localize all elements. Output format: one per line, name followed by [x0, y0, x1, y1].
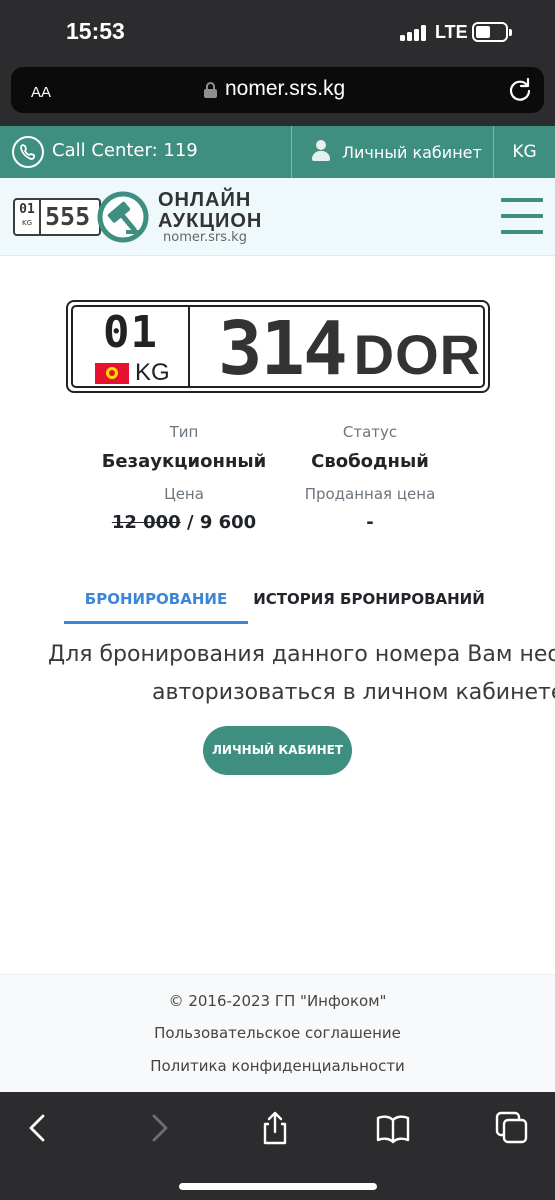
plate-letters: DOR — [353, 323, 482, 386]
tab-booking-history[interactable]: ИСТОРИЯ БРОНИРОВАНИЙ — [252, 590, 486, 624]
footer-privacy-policy-link[interactable]: Политика конфиденциальности — [0, 1057, 555, 1075]
footer: © 2016-2023 ГП "Инфоком" Пользовательско… — [0, 974, 555, 1092]
lock-icon — [204, 82, 217, 98]
network-label: LTE — [435, 22, 468, 42]
url-text[interactable]: nomer.srs.kg — [225, 77, 345, 101]
menu-icon[interactable] — [501, 198, 543, 234]
back-icon[interactable] — [21, 1110, 57, 1146]
price-label: Цена — [164, 485, 204, 503]
type-label: Тип — [169, 423, 199, 441]
address-bar[interactable]: AA nomer.srs.kg — [11, 67, 544, 113]
sold-price-label: Проданная цена — [304, 485, 436, 503]
reader-settings-button[interactable]: AA — [31, 77, 51, 103]
gavel-icon[interactable] — [96, 190, 150, 244]
price-old: 12 000 — [111, 512, 181, 533]
type-value: Безаукционный — [101, 451, 267, 472]
price-new: 9 600 — [199, 512, 257, 533]
footer-user-agreement-link[interactable]: Пользовательское соглашение — [0, 1024, 555, 1042]
home-indicator — [179, 1183, 377, 1190]
plate-region-block: 01 KG — [73, 307, 190, 386]
plate-country-code: KG — [135, 359, 170, 386]
user-icon — [312, 140, 330, 162]
browser-top-chrome: 15:53 LTE AA nomer.srs.kg — [0, 0, 555, 126]
sold-price-value: - — [366, 512, 374, 533]
phone-icon[interactable] — [12, 136, 44, 168]
logo-subtitle: nomer.srs.kg — [163, 230, 247, 245]
status-value: Свободный — [311, 451, 429, 472]
logo-plate-country: KG — [21, 219, 32, 227]
tabs-icon[interactable] — [494, 1110, 530, 1146]
footer-copyright: © 2016-2023 ГП "Инфоком" — [168, 992, 387, 1010]
signal-icon — [400, 25, 427, 41]
plate-number: 314 DOR — [218, 307, 482, 392]
battery-icon — [472, 22, 512, 42]
logo-title[interactable]: ОНЛАЙН АУКЦИОН — [158, 190, 262, 232]
logo-plate-number: 555 — [45, 202, 91, 231]
status-time: 15:53 — [66, 18, 125, 44]
price-value: 12 000 / 9 600 — [111, 512, 257, 533]
reload-icon[interactable] — [507, 77, 533, 103]
license-plate: 01 KG 314 DOR — [66, 300, 490, 393]
tab-booking[interactable]: БРОНИРОВАНИЕ — [64, 590, 248, 624]
bookmarks-icon[interactable] — [375, 1110, 411, 1146]
header-cabinet-label: Личный кабинет — [342, 143, 482, 162]
call-center-link[interactable]: Call Center: 119 — [52, 140, 198, 161]
logo-bar: 01 KG 555 ОНЛАЙН АУКЦИОН nomer.srs.kg — [0, 178, 555, 256]
auth-notice-line1: Для бронирования данного номера Вам необ — [48, 642, 555, 667]
status-label: Статус — [342, 423, 398, 441]
plate-region-code: 01 — [103, 307, 158, 358]
forward-icon[interactable] — [140, 1110, 176, 1146]
language-switch[interactable]: KG — [494, 126, 555, 178]
logo-plate[interactable]: 01 KG 555 — [13, 198, 101, 236]
site-top-bar: Call Center: 119 Личный кабинет KG — [0, 126, 555, 178]
auth-notice: Для бронирования данного номера Вам необ… — [0, 640, 555, 720]
kyrgyz-flag-icon — [95, 363, 129, 384]
logo-plate-region: 01 — [19, 202, 35, 217]
share-icon[interactable] — [257, 1110, 293, 1146]
plate-digits: 314 — [218, 306, 348, 392]
header-cabinet-link[interactable]: Личный кабинет — [292, 126, 494, 178]
personal-cabinet-button[interactable]: ЛИЧНЫЙ КАБИНЕТ — [203, 726, 352, 775]
auth-notice-line2: авторизоваться в личном кабинете — [152, 680, 555, 705]
